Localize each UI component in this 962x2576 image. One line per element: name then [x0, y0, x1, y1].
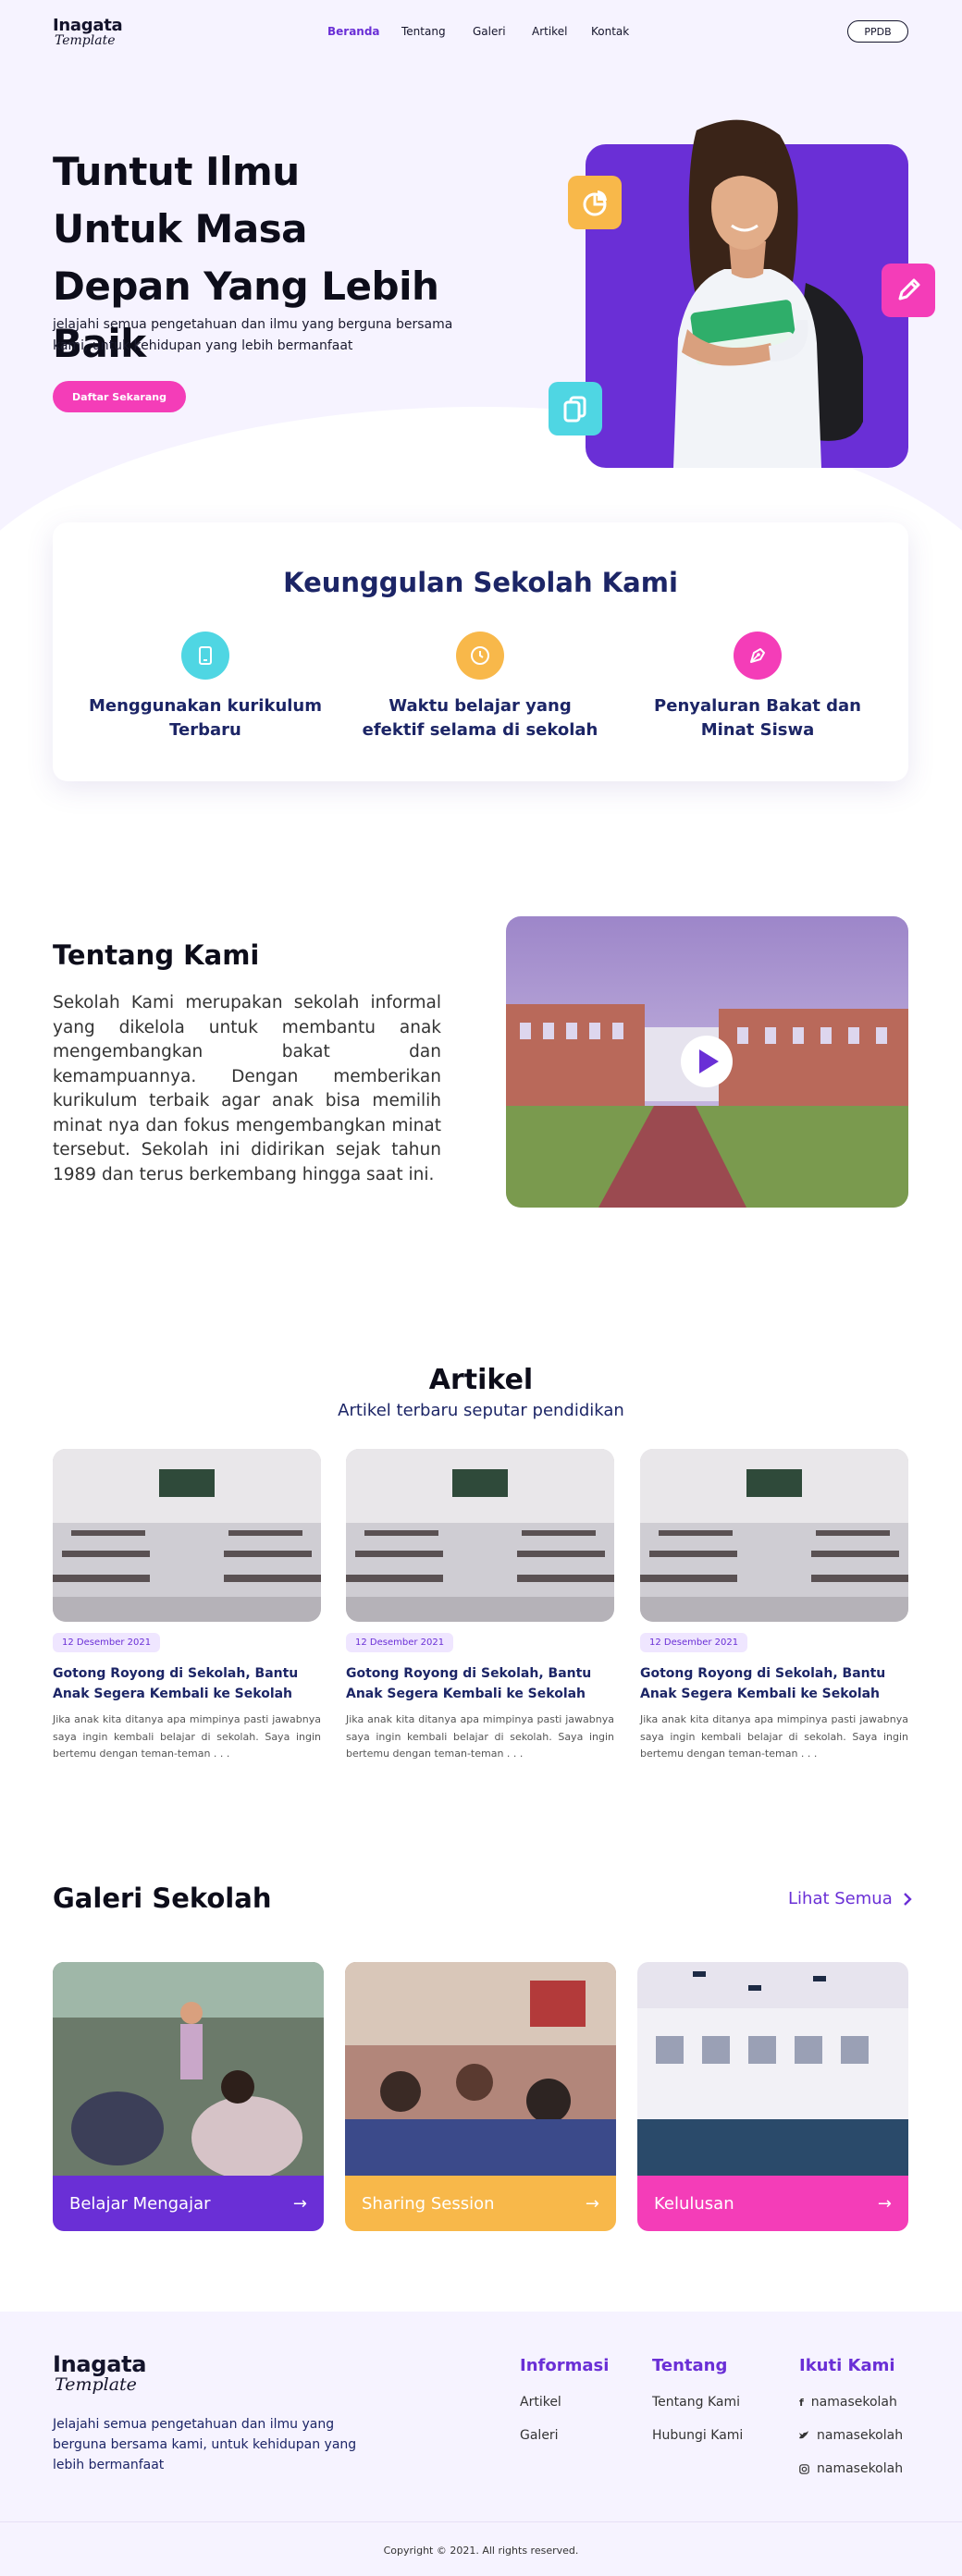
article-image: [346, 1449, 614, 1622]
instagram-icon: [799, 2463, 809, 2474]
main-nav: Beranda Tentang Galeri Artikel Kontak: [327, 25, 642, 40]
footer-tentang-title: Tentang: [652, 2356, 728, 2375]
social-instagram[interactable]: namasekolah: [799, 2461, 903, 2476]
article-date: 12 Desember 2021: [346, 1633, 454, 1652]
logo-name: Inagata: [53, 2351, 147, 2377]
pencil-icon: [882, 264, 935, 317]
ppdb-button[interactable]: PPDB: [847, 20, 908, 43]
chevron-right-icon: [903, 1892, 912, 1906]
chart-pie-icon: [568, 176, 622, 229]
clock-icon: [456, 632, 504, 680]
article-excerpt: Jika anak kita ditanya apa mimpinya past…: [640, 1713, 908, 1760]
hero-image: [586, 119, 908, 468]
gallery-image: [637, 1962, 908, 2176]
logo-name: Inagata: [53, 16, 123, 35]
about-video[interactable]: [506, 916, 908, 1208]
article-title[interactable]: Gotong Royong di Sekolah, Bantu Anak Seg…: [640, 1663, 908, 1704]
gallery-image: [53, 1962, 324, 2176]
play-icon[interactable]: [681, 1036, 733, 1087]
nav-kontak[interactable]: Kontak: [591, 25, 629, 38]
gallery-caption: Sharing Session →: [345, 2176, 616, 2231]
articles-title: Artikel: [428, 1364, 534, 1396]
advantages-card: Keunggulan Sekolah Kami Menggunakan kuri…: [53, 522, 908, 781]
gallery-title: Galeri Sekolah: [53, 1883, 272, 1914]
about-title: Tentang Kami: [53, 939, 260, 971]
social-facebook[interactable]: f namasekolah: [799, 2395, 897, 2410]
social-label: namasekolah: [810, 2395, 897, 2410]
copyright: Copyright © 2021. All rights reserved.: [383, 2545, 579, 2557]
gallery-caption: Belajar Mengajar →: [53, 2176, 324, 2231]
gallery-card[interactable]: Kelulusan →: [637, 1962, 908, 2231]
advantage-item: Waktu belajar yang efektif selama di sek…: [355, 632, 605, 742]
facebook-icon: f: [799, 2396, 804, 2409]
advantage-item: Penyaluran Bakat dan Minat Siswa: [633, 632, 882, 742]
footer: Inagata Template Jelajahi semua pengetah…: [0, 2312, 962, 2576]
footer-logo[interactable]: Inagata Template: [53, 2353, 146, 2394]
nav-beranda[interactable]: Beranda: [327, 25, 380, 38]
footer-link-galeri[interactable]: Galeri: [520, 2428, 559, 2443]
social-label: namasekolah: [817, 2428, 904, 2443]
gallery-card[interactable]: Sharing Session →: [345, 1962, 616, 2231]
advantage-label: Menggunakan kurikulum Terbaru: [88, 696, 323, 740]
register-button[interactable]: Daftar Sekarang: [53, 381, 186, 412]
see-all-label: Lihat Semua: [788, 1889, 893, 1908]
hero-subtitle: jelajahi semua pengetahuan dan ilmu yang…: [53, 317, 453, 353]
logo-tagline: Template: [55, 33, 116, 48]
advantage-label: Penyaluran Bakat dan Minat Siswa: [654, 696, 861, 740]
article-card[interactable]: 12 Desember 2021 Gotong Royong di Sekola…: [53, 1449, 321, 1763]
tablet-icon: [181, 632, 229, 680]
article-image: [640, 1449, 908, 1622]
twitter-icon: [799, 2431, 808, 2439]
logo-tagline: Template: [55, 2374, 137, 2395]
footer-link-artikel[interactable]: Artikel: [520, 2395, 561, 2410]
social-twitter[interactable]: namasekolah: [799, 2428, 903, 2443]
footer-link-hubungi-kami[interactable]: Hubungi Kami: [652, 2428, 743, 2443]
article-card[interactable]: 12 Desember 2021 Gotong Royong di Sekola…: [346, 1449, 614, 1763]
article-excerpt: Jika anak kita ditanya apa mimpinya past…: [53, 1713, 321, 1760]
nav-artikel[interactable]: Artikel: [532, 25, 567, 38]
logo[interactable]: Inagata Template: [53, 16, 123, 48]
advantages-title: Keunggulan Sekolah Kami: [283, 567, 678, 598]
gallery-caption: Kelulusan →: [637, 2176, 908, 2231]
footer-informasi-title: Informasi: [520, 2356, 610, 2375]
gallery-image: [345, 1962, 616, 2176]
article-date: 12 Desember 2021: [53, 1633, 161, 1652]
article-title[interactable]: Gotong Royong di Sekolah, Bantu Anak Seg…: [346, 1663, 614, 1704]
arrow-right-icon: →: [292, 2193, 307, 2214]
article-image: [53, 1449, 321, 1622]
gallery-label: Sharing Session: [362, 2193, 495, 2214]
article-card[interactable]: 12 Desember 2021 Gotong Royong di Sekola…: [640, 1449, 908, 1763]
about-text: Sekolah Kami merupakan sekolah informal …: [53, 993, 441, 1184]
footer-description: Jelajahi semua pengetahuan dan ilmu yang…: [53, 2417, 357, 2472]
advantage-item: Menggunakan kurikulum Terbaru: [80, 632, 330, 742]
footer-divider: [0, 2521, 962, 2522]
article-date: 12 Desember 2021: [640, 1633, 748, 1652]
nav-tentang[interactable]: Tentang: [401, 25, 446, 38]
copy-icon: [549, 382, 602, 435]
gallery-label: Kelulusan: [654, 2193, 734, 2214]
advantage-label: Waktu belajar yang efektif selama di sek…: [362, 696, 598, 740]
article-excerpt: Jika anak kita ditanya apa mimpinya past…: [346, 1713, 614, 1760]
arrow-right-icon: →: [877, 2193, 892, 2214]
see-all-link[interactable]: Lihat Semua: [788, 1889, 913, 1908]
pen-nib-icon: [734, 632, 782, 680]
articles-subtitle: Artikel terbaru seputar pendidikan: [338, 1401, 624, 1420]
social-label: namasekolah: [817, 2461, 904, 2476]
arrow-right-icon: →: [585, 2193, 599, 2214]
footer-link-tentang-kami[interactable]: Tentang Kami: [652, 2395, 740, 2410]
footer-ikuti-title: Ikuti Kami: [799, 2356, 895, 2375]
gallery-card[interactable]: Belajar Mengajar →: [53, 1962, 324, 2231]
nav-galeri[interactable]: Galeri: [473, 25, 506, 38]
gallery-label: Belajar Mengajar: [69, 2193, 211, 2214]
article-title[interactable]: Gotong Royong di Sekolah, Bantu Anak Seg…: [53, 1663, 321, 1704]
student-illustration: [673, 119, 863, 468]
